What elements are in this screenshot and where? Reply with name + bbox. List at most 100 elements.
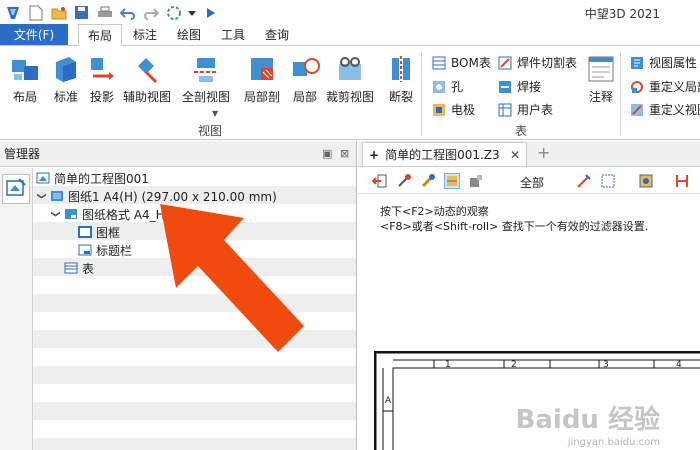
group-separator <box>620 52 621 136</box>
break-view-icon <box>386 54 416 84</box>
close-tab-icon[interactable]: ✕ <box>510 148 520 162</box>
app-logo-icon[interactable] <box>4 4 21 21</box>
tree-item-drawing[interactable]: 简单的工程图001 <box>36 169 149 187</box>
drawing-doc-icon <box>36 171 50 185</box>
tab-draw[interactable]: 绘图 <box>170 24 208 45</box>
float-panel-icon[interactable]: ▣ <box>322 147 332 160</box>
tab-tools[interactable]: 工具 <box>214 24 252 45</box>
user-table-icon <box>498 103 512 117</box>
selection-icon[interactable] <box>165 4 182 21</box>
detail-view-button[interactable]: 局部 <box>290 54 320 105</box>
filter-icon[interactable] <box>468 173 484 189</box>
run-icon[interactable] <box>202 4 219 21</box>
drawing-manager-icon <box>5 177 27 202</box>
document-tab[interactable]: + 简单的工程图001.Z3 ✕ <box>362 142 527 166</box>
bom-table-button[interactable]: BOM表 <box>432 54 491 71</box>
tree-item-sheet[interactable]: ❯ 图纸1 A4(H) (297.00 x 210.00 mm) <box>36 187 277 205</box>
quick-access-toolbar <box>4 0 219 25</box>
exit-icon[interactable] <box>372 173 388 189</box>
view-group-label: 视图 <box>198 124 223 138</box>
close-panel-icon[interactable]: ⊠ <box>340 147 349 160</box>
break-view-button[interactable]: 断裂 <box>386 54 416 105</box>
electrode-table-icon <box>432 103 446 117</box>
grid-icon[interactable] <box>600 173 616 189</box>
hole-table-icon <box>432 80 446 94</box>
bom-table-icon <box>432 56 446 70</box>
tree-item-sheet-format[interactable]: ❯ 图纸格式 A4_H(DIN) <box>50 205 196 223</box>
tree-item-frame[interactable]: 图框 <box>78 223 120 241</box>
watermark-url: jingyan.baidu.com <box>567 437 660 448</box>
ruler-mark-3: 3 <box>603 360 609 370</box>
open-folder-icon[interactable] <box>50 4 67 21</box>
group-separator <box>421 52 422 136</box>
ruler-mark-4: 4 <box>676 360 682 370</box>
ribbon-tabs: 文件(F) 布局 标注 绘图 工具 查询 <box>0 24 700 46</box>
user-table-button[interactable]: 用户表 <box>498 101 553 118</box>
app-title: 中望3D 2021 <box>584 7 660 21</box>
hint-line-1: 按下<F2>动态的观察 <box>380 205 489 218</box>
manager-panel: 管理器 ▣ ⊠ 简单的工程图001 ❯ 图纸1 A4(H) (297.00 x … <box>0 141 357 450</box>
frame-icon <box>78 225 92 239</box>
manager-tree: 简单的工程图001 ❯ 图纸1 A4(H) (297.00 x 210.00 m… <box>33 168 356 450</box>
select-mode-icon[interactable] <box>444 173 460 189</box>
auxiliary-view-button[interactable]: 辅助视图 <box>123 54 171 105</box>
pin-icon: + <box>369 147 380 162</box>
redefine-detail-button[interactable]: 重定义局部 <box>630 78 700 95</box>
hole-table-button[interactable]: 孔 <box>432 78 463 95</box>
sheet-format-icon <box>64 207 78 221</box>
document-tabs: + 简单的工程图001.Z3 ✕ + <box>358 141 700 167</box>
snap-icon[interactable] <box>576 173 592 189</box>
dimension-icon[interactable] <box>674 173 690 189</box>
manager-side-tabs <box>0 168 33 450</box>
electrode-table-button[interactable]: 电极 <box>432 101 475 118</box>
tab-file[interactable]: 文件(F) <box>0 24 68 45</box>
print-icon[interactable] <box>96 4 113 21</box>
projection-button[interactable]: 投影 <box>87 54 117 105</box>
ruler-mark-1: 1 <box>445 360 451 370</box>
view-properties-button[interactable]: 视图属性 <box>630 54 697 71</box>
title-bar: 中望3D 2021 <box>0 0 700 25</box>
crop-view-button[interactable]: 裁剪视图 <box>326 54 374 105</box>
save-icon[interactable] <box>73 4 90 21</box>
tree-item-title-block[interactable]: 标题栏 <box>78 241 132 259</box>
crop-view-icon <box>335 54 365 84</box>
view-display-icon[interactable] <box>638 173 654 189</box>
chevron-down-icon[interactable]: ▼ <box>212 109 218 118</box>
tree-item-table[interactable]: 表 <box>64 259 94 277</box>
manager-header: 管理器 ▣ ⊠ <box>0 141 356 167</box>
dropdown-icon[interactable] <box>188 4 196 21</box>
standard-view-icon <box>51 54 81 84</box>
chevron-down-icon[interactable]: ❯ <box>36 191 46 201</box>
weld-icon <box>498 80 512 94</box>
undo-icon[interactable] <box>119 4 136 21</box>
chevron-down-icon[interactable]: ❯ <box>50 209 60 219</box>
watermark: Baidu 经验 <box>515 405 660 435</box>
partial-section-icon <box>247 54 277 84</box>
add-tab-icon[interactable]: + <box>537 143 550 162</box>
redefine-detail-icon <box>630 80 644 94</box>
full-section-icon <box>191 54 221 84</box>
annotate-button[interactable]: 注释 <box>586 54 616 105</box>
auxiliary-view-icon <box>132 54 162 84</box>
redo-icon[interactable] <box>142 4 159 21</box>
table-group-label: 表 <box>515 124 528 138</box>
layout-button[interactable]: 布局 <box>10 54 40 105</box>
tab-layout[interactable]: 布局 <box>78 24 122 46</box>
weldment-cut-table-button[interactable]: 焊件切割表 <box>498 54 577 71</box>
redefine-view-icon <box>630 103 644 117</box>
pick-filter-icon[interactable] <box>396 173 412 189</box>
table-icon <box>64 261 78 275</box>
redefine-view-button[interactable]: 重定义视图 <box>630 101 700 118</box>
drawing-manager-tab[interactable] <box>2 174 30 204</box>
new-file-icon[interactable] <box>27 4 44 21</box>
detail-view-icon <box>290 54 320 84</box>
tab-query[interactable]: 查询 <box>258 24 296 45</box>
weld-table-button[interactable]: 焊接 <box>498 78 541 95</box>
full-section-button[interactable]: 全剖视图 <box>182 54 230 105</box>
sheet-icon <box>50 189 64 203</box>
filter-select[interactable]: 全部 <box>520 174 544 191</box>
standard-view-button[interactable]: 标准 <box>51 54 81 105</box>
brush-icon[interactable] <box>420 173 436 189</box>
partial-section-button[interactable]: 局部剖 <box>244 54 280 105</box>
tab-dimension[interactable]: 标注 <box>126 24 164 45</box>
